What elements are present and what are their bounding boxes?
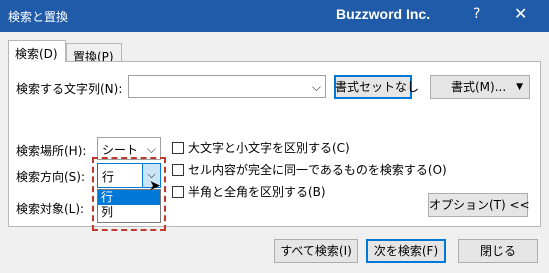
no-format-button[interactable]: 書式セットなし bbox=[334, 75, 419, 99]
find-what-label: 検索する文字列(N): bbox=[16, 82, 123, 96]
checkbox-match-byte[interactable]: 半角と全角を区別する(B) bbox=[172, 183, 326, 200]
look-in-label: 検索対象(L): bbox=[16, 202, 85, 216]
window-title: 検索と置換 bbox=[8, 10, 69, 24]
checkbox-match-byte-label: 半角と全角を区別する(B) bbox=[188, 185, 326, 199]
checkbox-match-entire-cell[interactable]: セル内容が完全に同一であるものを検索する(O) bbox=[172, 161, 447, 178]
checkbox-match-entire-cell-label: セル内容が完全に同一であるものを検索する(O) bbox=[188, 163, 447, 177]
help-icon[interactable]: ? bbox=[473, 6, 480, 22]
format-button-label: 書式(M)... bbox=[451, 80, 507, 94]
tab-find[interactable]: 検索(D) bbox=[8, 40, 66, 62]
chevron-down-icon[interactable]: ⌵ bbox=[147, 142, 156, 157]
within-label: 検索場所(H): bbox=[16, 144, 87, 158]
options-button[interactable]: オプション(T) << bbox=[428, 193, 530, 217]
dropdown-option-columns[interactable]: 列 bbox=[98, 205, 160, 220]
checkbox-icon[interactable] bbox=[172, 186, 184, 198]
within-value: シート bbox=[102, 143, 139, 157]
checkbox-match-case-label: 大文字と小文字を区別する(C) bbox=[188, 141, 350, 155]
dropdown-arrow-icon[interactable]: ▼ bbox=[516, 76, 523, 98]
mouse-cursor-icon: ➤ bbox=[149, 178, 161, 194]
find-all-button[interactable]: すべて検索(I) bbox=[274, 239, 358, 263]
checkbox-icon[interactable] bbox=[172, 142, 184, 154]
checkbox-match-case[interactable]: 大文字と小文字を区別する(C) bbox=[172, 139, 350, 156]
find-next-button[interactable]: 次を検索(F) bbox=[366, 239, 446, 263]
format-button[interactable]: 書式(M)... ▼ bbox=[430, 75, 530, 99]
search-direction-value: 行 bbox=[102, 170, 115, 184]
tab-replace[interactable]: 置換(P) bbox=[66, 43, 122, 64]
title-bar: 検索と置換 Buzzword Inc. ? ✕ bbox=[0, 0, 549, 32]
brand-label: Buzzword Inc. bbox=[336, 6, 431, 22]
close-icon[interactable]: ✕ bbox=[514, 4, 527, 23]
search-direction-label: 検索方向(S): bbox=[16, 170, 86, 184]
find-what-combo[interactable]: ⌵ bbox=[128, 75, 326, 98]
search-direction-dropdown: 行 列 bbox=[97, 189, 161, 223]
close-button[interactable]: 閉じる bbox=[458, 239, 538, 263]
chevron-down-icon[interactable]: ⌵ bbox=[312, 80, 321, 95]
checkbox-icon[interactable] bbox=[172, 164, 184, 176]
